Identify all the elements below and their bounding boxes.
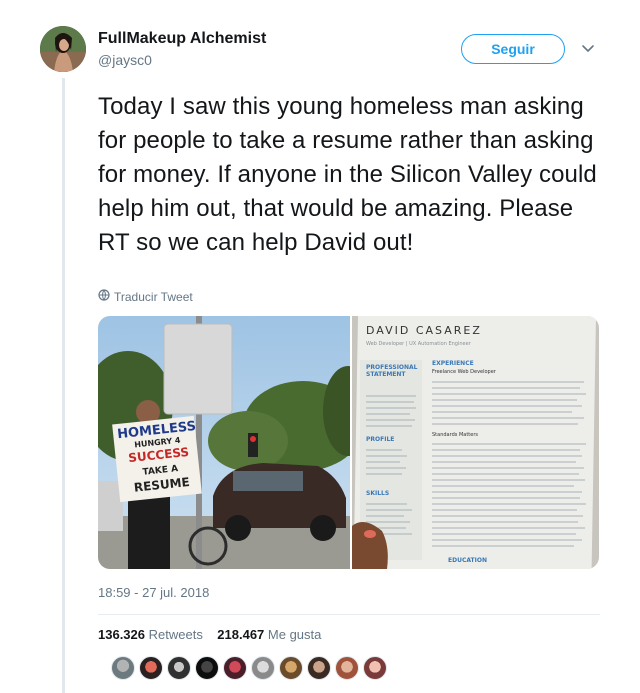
liker-avatar[interactable]: [139, 656, 163, 680]
liker-avatar[interactable]: [251, 656, 275, 680]
liker-avatar[interactable]: [111, 656, 135, 680]
tweet-stats: 136.326 Retweets 218.467 Me gusta: [98, 627, 321, 642]
likes-label: Me gusta: [267, 627, 322, 642]
liker-avatar[interactable]: [335, 656, 359, 680]
resume-name: DAVID CASAREZ: [366, 324, 482, 337]
divider: [98, 614, 600, 615]
resume-section-skills: SKILLS: [366, 490, 390, 497]
author-avatar[interactable]: [40, 26, 86, 72]
retweets-stat[interactable]: 136.326 Retweets: [98, 627, 203, 642]
follow-button[interactable]: Seguir: [461, 34, 565, 64]
liker-avatar[interactable]: [279, 656, 303, 680]
resume-section-professional: PROFESSIONAL STATEMENT: [366, 364, 418, 378]
liker-avatar[interactable]: [195, 656, 219, 680]
likes-stat[interactable]: 218.467 Me gusta: [217, 627, 321, 642]
globe-icon: [98, 289, 110, 304]
resume-subtitle: Web Developer | UX Automation Engineer: [366, 341, 471, 347]
chevron-down-icon[interactable]: [580, 40, 596, 56]
liker-avatar[interactable]: [307, 656, 331, 680]
author-name[interactable]: FullMakeup Alchemist: [98, 30, 266, 48]
liker-avatar[interactable]: [223, 656, 247, 680]
resume-job-2: Standards Matters: [432, 432, 478, 438]
retweets-label: Retweets: [148, 627, 203, 642]
tweet-text: Today I saw this young homeless man aski…: [98, 93, 597, 256]
tweet-timestamp[interactable]: 18:59 - 27 jul. 2018: [98, 585, 209, 600]
translate-tweet-link[interactable]: Traducir Tweet: [98, 289, 193, 304]
retweets-count: 136.326: [98, 627, 145, 642]
cardboard-sign: HOMELESS HUNGRY 4 SUCCESS TAKE A RESUME: [117, 419, 202, 496]
liker-avatar[interactable]: [167, 656, 191, 680]
resume-section-education: EDUCATION: [448, 557, 487, 564]
resume-section-experience: EXPERIENCE: [432, 360, 474, 367]
likes-count: 218.467: [217, 627, 265, 642]
author-handle[interactable]: @jaysc0: [98, 52, 152, 68]
liker-avatar[interactable]: [363, 656, 387, 680]
resume-job-1: Freelance Web Developer: [432, 369, 496, 375]
resume-section-profile: PROFILE: [366, 436, 395, 443]
translate-label: Traducir Tweet: [114, 289, 193, 304]
thread-line: [62, 78, 65, 693]
tweet-media[interactable]: HOMELESS HUNGRY 4 SUCCESS TAKE A RESUME: [98, 316, 599, 569]
homeless-photo[interactable]: HOMELESS HUNGRY 4 SUCCESS TAKE A RESUME: [98, 316, 373, 569]
liker-avatars: [111, 656, 387, 680]
resume-photo[interactable]: DAVID CASAREZ Web Developer | UX Automat…: [352, 316, 599, 569]
